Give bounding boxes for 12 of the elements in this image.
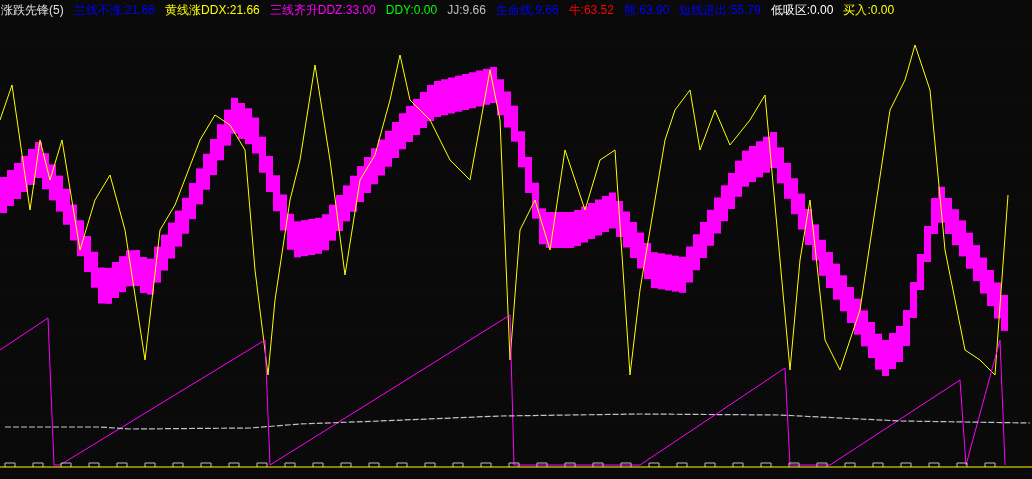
indicator-value: 黄线涨DDX:21.66 bbox=[165, 1, 260, 19]
indicator-value: 兰线不涨:21.66 bbox=[73, 1, 156, 19]
indicator-value: 低吸区:0.00 bbox=[770, 1, 834, 19]
indicator-value: 三线齐升DDZ:33.00 bbox=[269, 1, 376, 19]
indicator-value: 熊:63.90 bbox=[623, 1, 670, 19]
indicator-title: 涨跌先锋(5) bbox=[1, 1, 64, 19]
indicator-value: 买入:0.00 bbox=[843, 1, 895, 19]
indicator-value: DDY:0.00 bbox=[385, 1, 438, 19]
indicator-value: JJ:9.66 bbox=[447, 1, 486, 19]
indicator-value: 牛:63.52 bbox=[568, 1, 614, 19]
indicator-value: 生命线:9.66 bbox=[495, 1, 559, 19]
indicator-value: 短线进出:55.79 bbox=[679, 1, 761, 19]
